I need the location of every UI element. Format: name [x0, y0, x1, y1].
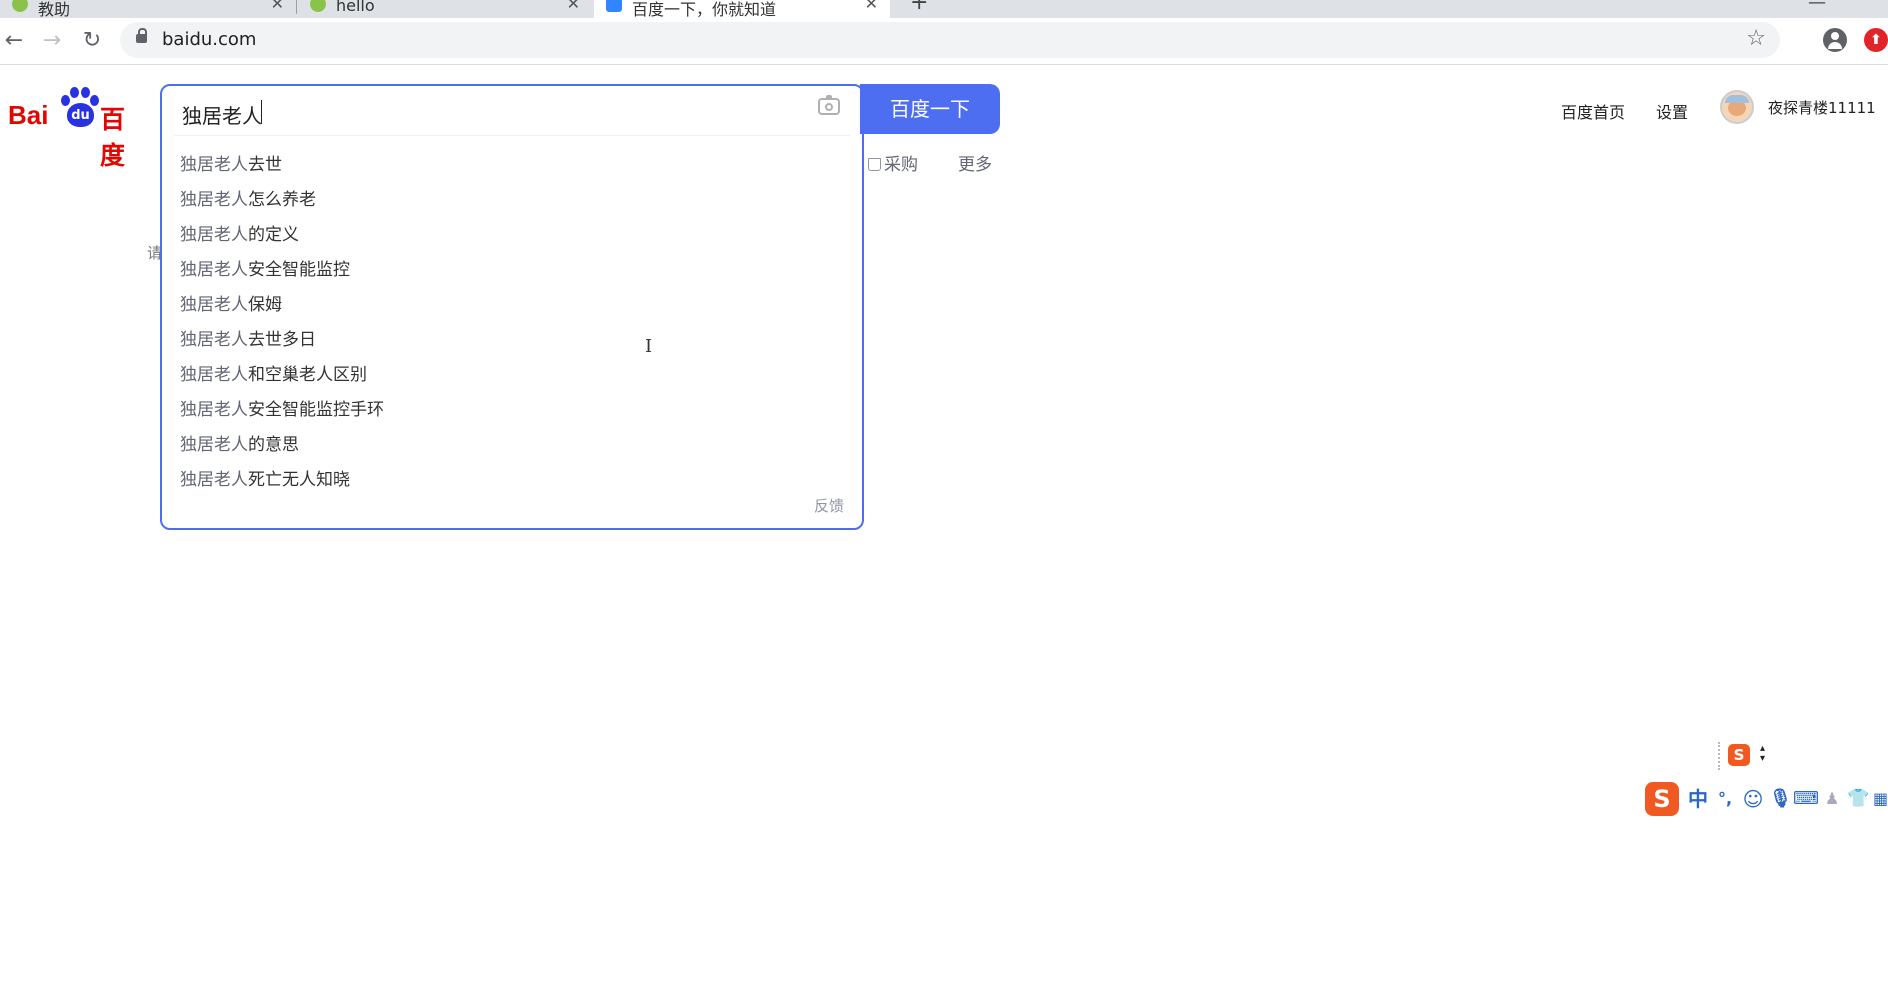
suggestion-item[interactable]: 独居老人去世多日: [162, 323, 862, 358]
sogou-logo-icon[interactable]: S: [1645, 782, 1679, 816]
microphone-icon[interactable]: 🎙: [1769, 786, 1792, 812]
chinese-mode-toggle[interactable]: 中: [1687, 786, 1709, 812]
baidu-logo[interactable]: Bai du 百度: [8, 86, 138, 170]
suggestion-suffix: 怎么养老: [248, 190, 316, 210]
close-tab-icon[interactable]: ✕: [865, 0, 878, 13]
dropdown-divider: [174, 135, 850, 136]
settings-link[interactable]: 设置: [1656, 99, 1688, 123]
text-cursor-icon: I: [645, 336, 653, 357]
logo-text-bai: Bai: [8, 100, 49, 130]
suggestion-prefix: 独居老人: [180, 330, 248, 350]
baidu-favicon-icon: [606, 0, 622, 12]
suggestion-item[interactable]: 独居老人安全智能监控手环: [162, 393, 862, 428]
paw-toe: [61, 95, 70, 106]
suggestion-suffix: 去世多日: [248, 330, 316, 350]
punctuation-toggle[interactable]: °,: [1715, 786, 1735, 812]
suggestion-item[interactable]: 独居老人的定义: [162, 218, 862, 253]
shopping-bag-icon: [868, 158, 881, 171]
forward-arrow-icon[interactable]: →: [38, 27, 66, 55]
suggestion-item[interactable]: 独居老人去世: [162, 148, 862, 183]
feedback-link[interactable]: 反馈: [814, 495, 844, 516]
suggestion-suffix: 死亡无人知晓: [248, 470, 350, 490]
url-text[interactable]: baidu.com: [162, 29, 256, 50]
leaf-favicon-icon: [310, 0, 326, 12]
text-caret: [261, 100, 262, 124]
suggestion-suffix: 安全智能监控: [248, 260, 350, 280]
close-tab-icon[interactable]: ✕: [567, 0, 580, 13]
skin-shirt-icon[interactable]: 👕: [1847, 786, 1869, 812]
nav-more[interactable]: 更多: [958, 150, 992, 175]
suggestion-prefix: 独居老人: [180, 470, 248, 490]
suggestion-suffix: 的定义: [248, 225, 299, 245]
suggestion-prefix: 独居老人: [180, 190, 248, 210]
keyboard-icon[interactable]: ⌨: [1793, 786, 1819, 812]
search-box: 独居老人去世 独居老人怎么养老 独居老人的定义 独居老人安全智能监控 独居老人保…: [160, 84, 864, 530]
back-arrow-icon[interactable]: ←: [0, 27, 28, 55]
leaf-favicon-icon: [12, 0, 28, 12]
logo-text-cn: 百度: [100, 105, 126, 170]
suggestion-prefix: 独居老人: [180, 295, 248, 315]
suggestion-suffix: 和空巢老人区别: [248, 365, 367, 385]
suggestion-prefix: 独居老人: [180, 435, 248, 455]
paw-toe: [90, 95, 99, 106]
suggestion-suffix: 的意思: [248, 435, 299, 455]
sogou-logo-icon[interactable]: S: [1728, 744, 1750, 766]
suggestion-suffix: 保姆: [248, 295, 282, 315]
lock-icon: [136, 28, 147, 43]
user-icon[interactable]: ♟: [1821, 786, 1843, 812]
bookmark-star-icon[interactable]: ☆: [1746, 26, 1766, 51]
toolbox-icon[interactable]: ▦: [1873, 786, 1888, 812]
suggestion-item[interactable]: 独居老人怎么养老: [162, 183, 862, 218]
search-button[interactable]: 百度一下: [860, 84, 1000, 134]
ime-toolbar: S 中 °, ☺ 🎙 ⌨ ♟ 👕 ▦: [1645, 780, 1888, 818]
reload-icon[interactable]: ↻: [78, 27, 106, 55]
browser-toolbar: ← → ↻ baidu.com ☆ ⬆: [0, 18, 1888, 65]
username-link[interactable]: 夜探青楼11111: [1768, 97, 1876, 118]
search-input[interactable]: [180, 98, 784, 130]
nav-purchase-label: 采购: [884, 155, 918, 175]
nav-purchase[interactable]: 采购: [868, 150, 918, 175]
suggestion-item[interactable]: 独居老人的意思: [162, 428, 862, 463]
suggestion-prefix: 独居老人: [180, 365, 248, 385]
suggestion-item[interactable]: 独居老人保姆: [162, 288, 862, 323]
tab-jiaozhu[interactable]: 教助 ✕: [0, 0, 296, 18]
close-tab-icon[interactable]: ✕: [271, 0, 284, 13]
extension-icon[interactable]: ⬆: [1864, 28, 1888, 52]
tab-title: 百度一下，你就知道: [632, 0, 777, 18]
baidu-home-link[interactable]: 百度首页: [1561, 99, 1625, 123]
suggestion-suffix: 去世: [248, 155, 282, 175]
logo-text-du: du: [67, 103, 94, 127]
suggestion-prefix: 独居老人: [180, 225, 248, 245]
suggestion-item[interactable]: 独居老人和空巢老人区别: [162, 358, 862, 393]
camera-icon[interactable]: [818, 95, 840, 115]
tab-hello[interactable]: hello ✕: [298, 0, 592, 18]
address-bar[interactable]: baidu.com ☆: [120, 22, 1780, 58]
tab-strip: 教助 ✕ hello ✕ 百度一下，你就知道 ✕ + —: [0, 0, 1888, 18]
suggestion-item[interactable]: 独居老人安全智能监控: [162, 253, 862, 288]
tab-title: 教助: [38, 0, 71, 18]
suggestion-suffix: 安全智能监控手环: [248, 400, 384, 420]
tab-separator: [296, 0, 297, 14]
ime-mini-bar: S ▴ ▾: [1718, 742, 1780, 770]
paw-toe: [70, 87, 79, 98]
user-avatar[interactable]: [1720, 90, 1754, 124]
tab-baidu[interactable]: 百度一下，你就知道 ✕: [594, 0, 890, 18]
suggestion-prefix: 独居老人: [180, 155, 248, 175]
suggestion-prefix: 独居老人: [180, 260, 248, 280]
new-tab-button[interactable]: +: [910, 0, 928, 15]
ime-expand-icon[interactable]: ▴ ▾: [1760, 744, 1765, 764]
suggestion-item[interactable]: 独居老人死亡无人知晓: [162, 463, 862, 498]
profile-icon[interactable]: [1823, 28, 1847, 52]
minimize-icon[interactable]: —: [1808, 0, 1826, 13]
emoji-icon[interactable]: ☺: [1741, 786, 1765, 812]
paw-toe: [81, 87, 90, 98]
suggestion-list: 独居老人去世 独居老人怎么养老 独居老人的定义 独居老人安全智能监控 独居老人保…: [162, 148, 862, 498]
tab-title: hello: [336, 0, 375, 15]
paw-icon: du: [58, 86, 102, 130]
suggestion-prefix: 独居老人: [180, 400, 248, 420]
